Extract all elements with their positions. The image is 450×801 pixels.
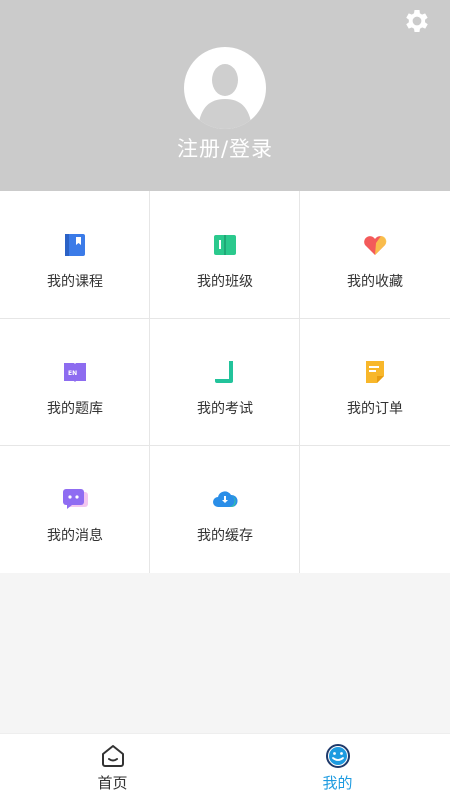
menu-item-my-courses[interactable]: 我的课程 — [0, 191, 150, 318]
menu-item-my-exams[interactable]: 我的考试 — [150, 318, 300, 445]
home-icon — [102, 745, 124, 767]
heart-icon — [364, 236, 387, 255]
grid-divider — [0, 318, 450, 319]
tab-label: 首页 — [97, 774, 128, 792]
grid-divider — [0, 445, 450, 446]
en-book-icon: EN — [64, 363, 86, 382]
tab-mine[interactable]: 我的 — [225, 734, 450, 801]
menu-item-label: 我的订单 — [347, 401, 403, 417]
avatar[interactable] — [184, 47, 266, 129]
menu-item-empty — [300, 445, 450, 572]
svg-text:EN: EN — [68, 370, 77, 377]
tab-label: 我的 — [322, 774, 353, 792]
menu-item-my-cache[interactable]: 我的缓存 — [150, 445, 300, 572]
grid-divider — [149, 191, 150, 573]
menu-item-my-favorites[interactable]: 我的收藏 — [300, 191, 450, 318]
login-register-link[interactable]: 注册/登录 — [0, 133, 450, 163]
menu-grid: 我的课程 我的班级 我的收藏 EN 我的题库 我的考试 我的订单 我的消息 我的… — [0, 191, 450, 573]
cloud-download-icon — [213, 491, 238, 507]
note-icon — [366, 361, 384, 383]
grid-divider — [299, 191, 300, 573]
profile-header: 注册/登录 — [0, 0, 450, 191]
menu-item-label: 我的缓存 — [197, 528, 253, 544]
menu-item-label: 我的消息 — [47, 528, 103, 544]
scroll-icon — [215, 361, 233, 383]
chat-icon — [63, 489, 88, 509]
book-icon — [65, 234, 85, 256]
menu-item-my-classes[interactable]: 我的班级 — [150, 191, 300, 318]
smiley-icon — [326, 744, 350, 768]
open-book-icon — [214, 235, 236, 255]
menu-item-label: 我的课程 — [47, 274, 103, 290]
menu-item-my-messages[interactable]: 我的消息 — [0, 445, 150, 572]
user-silhouette-icon — [198, 64, 252, 129]
tab-home[interactable]: 首页 — [0, 734, 225, 801]
menu-item-my-orders[interactable]: 我的订单 — [300, 318, 450, 445]
gear-icon[interactable] — [402, 6, 432, 36]
menu-item-label: 我的收藏 — [347, 274, 403, 290]
menu-item-label: 我的班级 — [197, 274, 253, 290]
bottom-tab-bar: 首页 我的 — [0, 733, 450, 801]
menu-item-label: 我的题库 — [47, 401, 103, 417]
menu-item-my-question-bank[interactable]: EN 我的题库 — [0, 318, 150, 445]
menu-item-label: 我的考试 — [197, 401, 253, 417]
